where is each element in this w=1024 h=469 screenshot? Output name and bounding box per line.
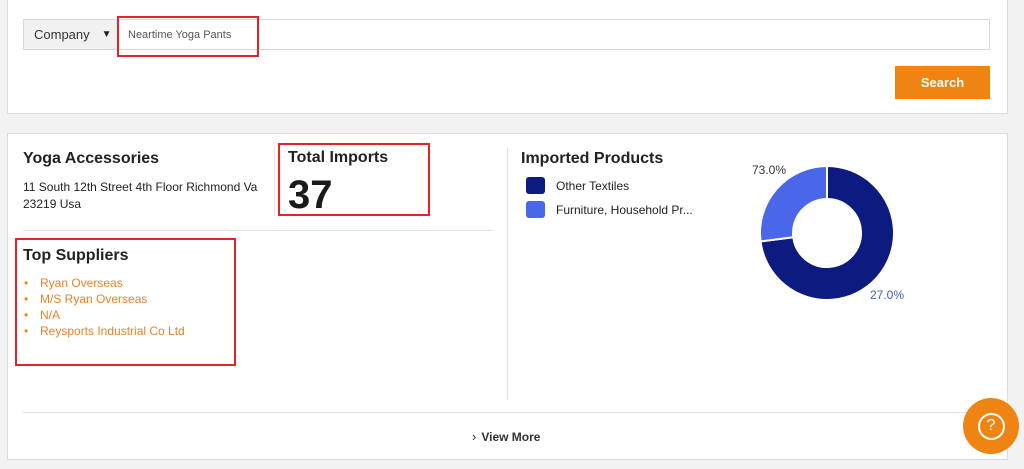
highlight-box-total-imports bbox=[278, 143, 430, 216]
view-more-link[interactable]: › View More bbox=[472, 429, 540, 444]
donut-slice-2[interactable] bbox=[759, 164, 828, 243]
company-name[interactable]: Yoga Accessories bbox=[23, 150, 159, 168]
search-type-label: Company bbox=[34, 27, 90, 42]
highlight-box-top-suppliers bbox=[15, 238, 236, 366]
imported-products-donut-chart: 73.0% 27.0% bbox=[752, 163, 904, 302]
company-address: 11 South 12th Street 4th Floor Richmond … bbox=[23, 180, 258, 211]
chevron-right-icon: › bbox=[472, 429, 477, 444]
legend-swatch bbox=[526, 177, 545, 194]
search-type-select[interactable]: Company ▼ bbox=[23, 19, 118, 50]
legend-label: Furniture, Household Pr... bbox=[556, 202, 693, 217]
question-circle-icon: ? bbox=[977, 412, 1005, 440]
legend-item-other-textiles[interactable]: Other Textiles bbox=[526, 177, 629, 194]
divider bbox=[274, 146, 275, 216]
donut-data-label-1: 73.0% bbox=[752, 163, 786, 177]
divider bbox=[23, 412, 991, 413]
help-button[interactable]: ? bbox=[963, 398, 1019, 454]
divider bbox=[507, 148, 508, 400]
highlight-box-search-input bbox=[117, 16, 259, 57]
donut-data-label-2: 27.0% bbox=[870, 288, 904, 302]
imported-products-title: Imported Products bbox=[521, 150, 664, 167]
legend-item-furniture[interactable]: Furniture, Household Pr... bbox=[526, 201, 693, 218]
search-button[interactable]: Search bbox=[895, 66, 990, 99]
legend-label: Other Textiles bbox=[556, 178, 630, 193]
legend-swatch bbox=[526, 201, 545, 218]
view-more-label: View More bbox=[481, 429, 541, 444]
caret-down-icon: ▼ bbox=[101, 29, 112, 40]
divider bbox=[23, 230, 493, 231]
